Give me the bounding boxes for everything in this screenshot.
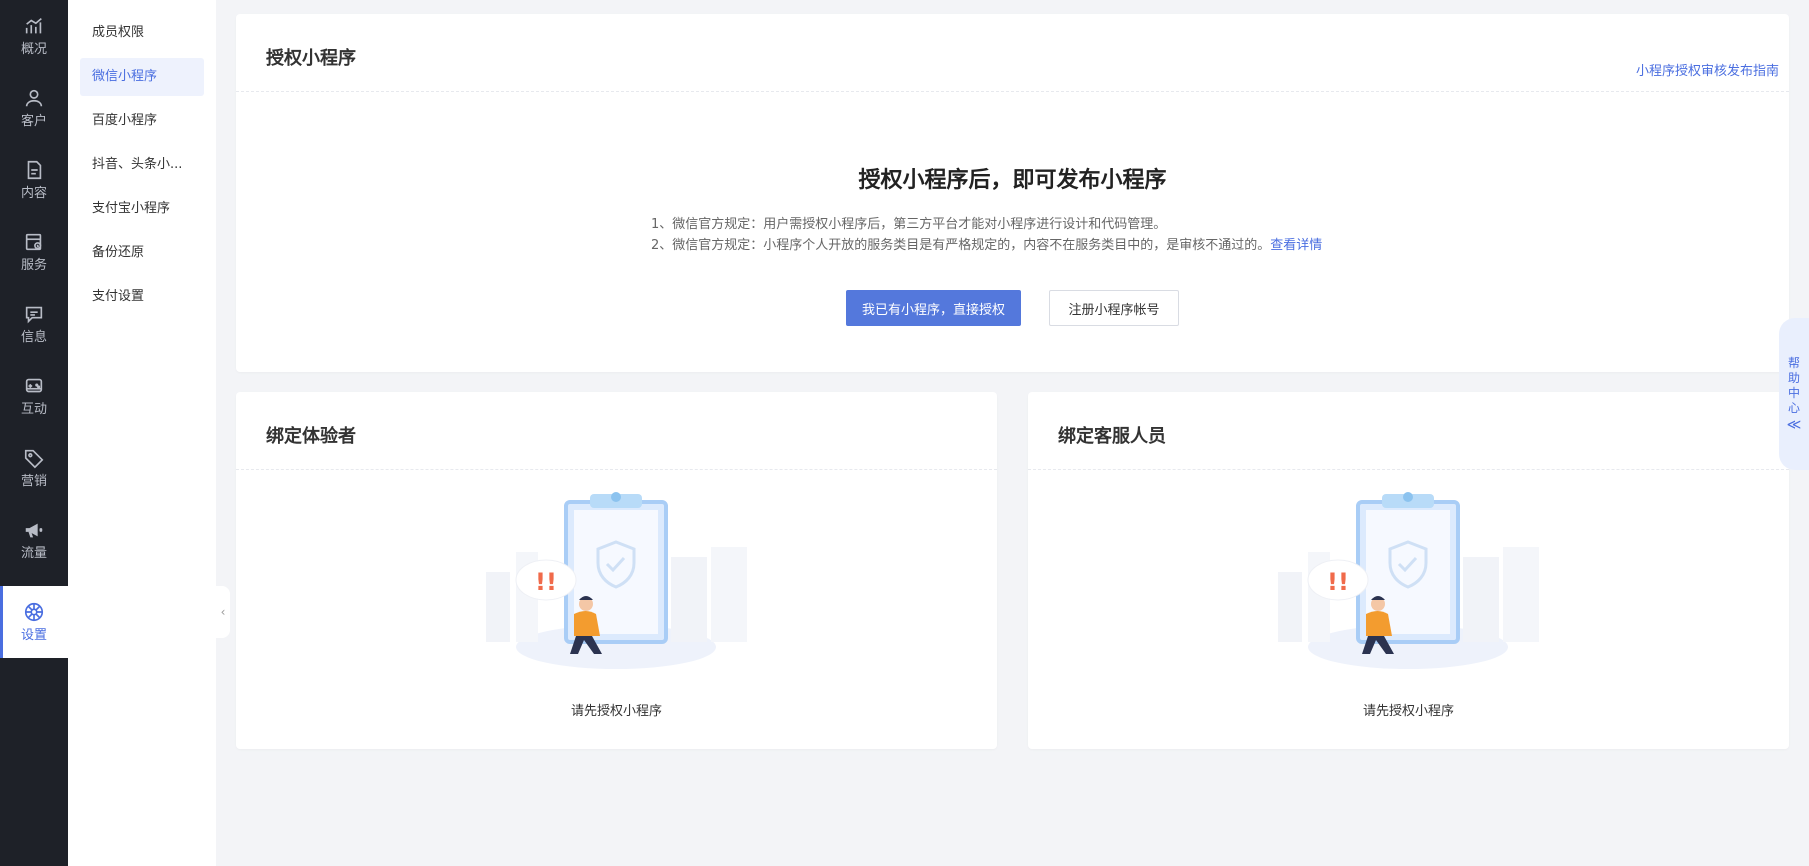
nav-label: 信息: [20, 329, 47, 345]
service-calendar-icon: [23, 231, 45, 253]
gear-icon: [23, 601, 45, 623]
empty-state-text: 请先授权小程序: [570, 704, 662, 719]
submenu-item-wechat-miniprogram[interactable]: 微信小程序: [80, 58, 204, 96]
view-details-link[interactable]: 查看详情: [1270, 238, 1322, 253]
card-title: 绑定客服人员: [1058, 426, 1166, 447]
card-header: 绑定客服人员: [1028, 392, 1789, 470]
nav-label: 互动: [20, 401, 47, 417]
nav-label: 营销: [20, 473, 47, 489]
nav-label: 服务: [20, 257, 47, 273]
empty-state-illustration: !!: [486, 492, 747, 669]
nav-item-service[interactable]: 服务: [0, 216, 68, 288]
submenu-item-payment-settings[interactable]: 支付设置: [80, 278, 204, 316]
submenu-item-douyin-miniprogram[interactable]: 抖音、头条小...: [80, 146, 204, 184]
help-center-tab[interactable]: 帮 助 中 心 ≪: [1779, 318, 1809, 470]
nav-item-traffic[interactable]: 流量: [0, 504, 68, 576]
nav-label: 客户: [20, 113, 47, 129]
nav-item-message[interactable]: 信息: [0, 288, 68, 360]
settings-submenu: 成员权限 微信小程序 百度小程序 抖音、头条小... 支付宝小程序 备份还原 支…: [68, 0, 216, 866]
help-char: 中: [1787, 385, 1800, 400]
chevron-left-icon: ‹: [220, 605, 226, 619]
rule-line-1: 1、微信官方规定：用户需授权小程序后，第三方平台才能对小程序进行设计和代码管理。: [651, 217, 1167, 232]
submenu-item-backup-restore[interactable]: 备份还原: [80, 234, 204, 272]
help-char: 心: [1787, 400, 1800, 415]
svg-text:!!: !!: [1327, 568, 1349, 596]
bind-service-staff-card: 绑定客服人员 !! 请先授权小程序: [1028, 392, 1789, 749]
help-char: 助: [1787, 370, 1800, 385]
nav-item-marketing[interactable]: 营销: [0, 432, 68, 504]
bind-tester-card: 绑定体验者 !! 请先授权小程序: [236, 392, 997, 749]
rule-line-2-text: 2、微信官方规定：小程序个人开放的服务类目是有严格规定的，内容不在服务类目中的，…: [651, 238, 1271, 253]
card-header: 绑定体验者: [236, 392, 997, 470]
nav-item-overview[interactable]: 概况: [0, 0, 68, 72]
card-title: 授权小程序: [266, 48, 356, 69]
empty-state-text: 请先授权小程序: [1362, 704, 1454, 719]
empty-state-illustration: !!: [1278, 492, 1539, 669]
nav-label: 流量: [20, 545, 47, 561]
main-nav-rail: 概况 客户 内容 服务 信息 互动 营销 流量 设置: [0, 0, 68, 866]
document-icon: [23, 159, 45, 181]
help-char: 帮: [1787, 355, 1800, 370]
nav-item-settings[interactable]: 设置: [0, 586, 68, 658]
auth-rules: 1、微信官方规定：用户需授权小程序后，第三方平台才能对小程序进行设计和代码管理。…: [651, 214, 1322, 256]
message-icon: [23, 303, 45, 325]
register-account-button[interactable]: 注册小程序帐号: [1049, 290, 1179, 326]
nav-label: 概况: [20, 41, 47, 57]
publish-guide-link[interactable]: 小程序授权审核发布指南: [1636, 60, 1779, 79]
trend-chart-icon: [23, 15, 45, 37]
megaphone-icon: [23, 519, 45, 541]
user-icon: [23, 87, 45, 109]
double-chevron-left-icon: ≪: [1786, 416, 1802, 433]
submenu-item-member-permission[interactable]: 成员权限: [80, 14, 204, 52]
rule-line-2: 2、微信官方规定：小程序个人开放的服务类目是有严格规定的，内容不在服务类目中的，…: [651, 235, 1322, 256]
card-title: 绑定体验者: [266, 426, 356, 447]
nav-item-content[interactable]: 内容: [0, 144, 68, 216]
authorize-existing-button[interactable]: 我已有小程序，直接授权: [846, 290, 1021, 326]
authorize-miniprogram-card: 授权小程序 小程序授权审核发布指南 授权小程序后，即可发布小程序 1、微信官方规…: [236, 14, 1789, 372]
nav-item-customer[interactable]: 客户: [0, 72, 68, 144]
svg-text:!!: !!: [535, 568, 557, 596]
submenu-item-alipay-miniprogram[interactable]: 支付宝小程序: [80, 190, 204, 228]
nav-item-interaction[interactable]: 互动: [0, 360, 68, 432]
gamepad-icon: [23, 375, 45, 397]
nav-label: 内容: [20, 185, 47, 201]
tag-icon: [23, 447, 45, 469]
nav-label: 设置: [20, 627, 47, 643]
collapse-submenu-button[interactable]: ‹: [216, 586, 230, 638]
auth-heading: 授权小程序后，即可发布小程序: [858, 168, 1167, 193]
submenu-item-baidu-miniprogram[interactable]: 百度小程序: [80, 102, 204, 140]
card-header: 授权小程序 小程序授权审核发布指南: [236, 14, 1789, 92]
